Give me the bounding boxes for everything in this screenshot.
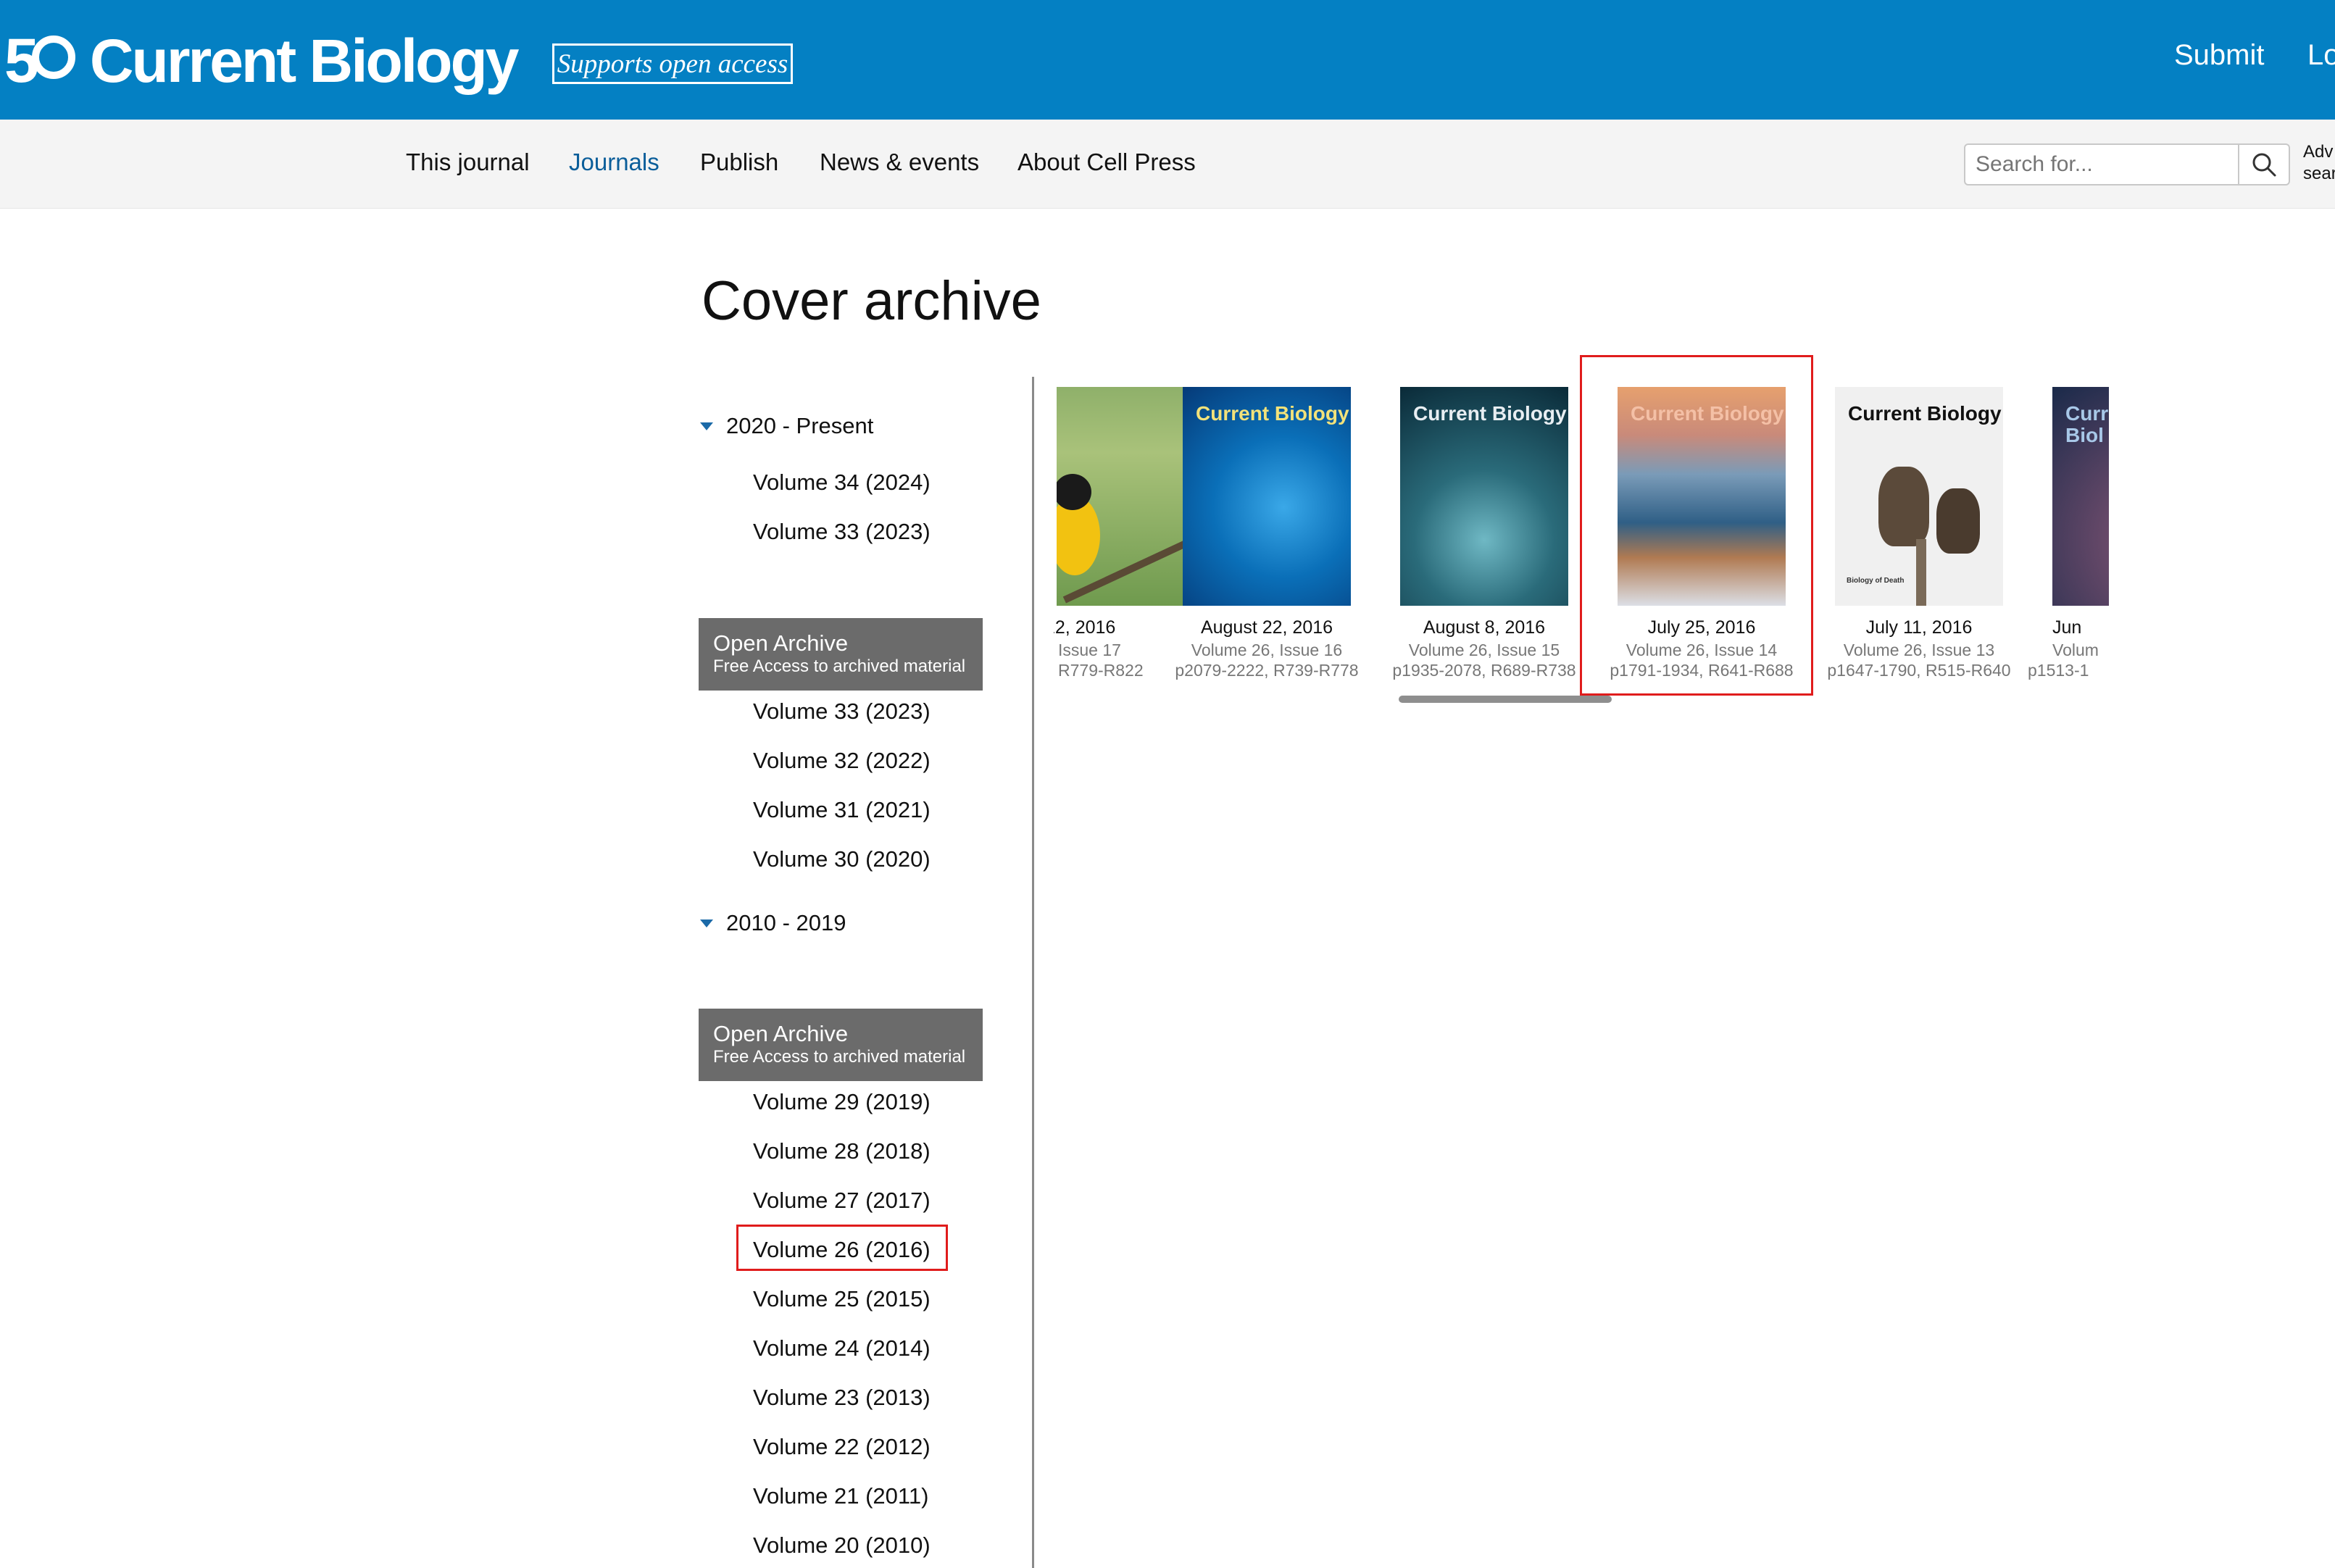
cover-image[interactable]: Curr Biol <box>2052 387 2109 606</box>
cover-date: Jun <box>2052 617 2082 638</box>
open-archive-banner: Open Archive Free Access to archived mat… <box>699 1009 983 1081</box>
cover-image[interactable]: Current Biology <box>1183 387 1351 606</box>
cover-pages: p1647-1790, R515-R640 <box>1827 661 2011 680</box>
cover-pages: p1935-2078, R689-R738 <box>1392 661 1576 680</box>
site-header: 5 Current Biology Supports open access S… <box>0 0 2335 120</box>
cover-pages: p1513-1 <box>2028 661 2089 680</box>
volume-link[interactable]: Volume 32 (2022) <box>753 748 931 774</box>
cover-card[interactable]: Curr Biol Jun Volum p1513-1 <box>2028 377 2109 710</box>
open-archive-title: Open Archive <box>713 630 849 656</box>
volume-link[interactable]: Volume 24 (2014) <box>753 1335 931 1361</box>
cover-volume: Volume 26, Issue 13 <box>1843 641 1995 659</box>
advanced-search-line1: Adv <box>2303 142 2334 162</box>
cover-title: Curr Biol <box>2065 402 2109 446</box>
cover-date: August 22, 2016 <box>1200 617 1333 638</box>
advanced-search-link[interactable]: Adv sear <box>2303 141 2335 185</box>
page-title: Cover archive <box>702 270 1041 332</box>
search-icon <box>2252 153 2276 177</box>
cover-date: July 11, 2016 <box>1865 617 1973 638</box>
carousel-scrollbar[interactable] <box>1399 696 1612 703</box>
group-label: 2020 - Present <box>726 413 874 438</box>
caret-down-icon <box>700 919 713 927</box>
cover-title: Current Biology <box>1848 402 2002 425</box>
group-2010-2019-toggle[interactable]: 2010 - 2019 <box>696 910 846 936</box>
volume-link[interactable]: Volume 33 (2023) <box>753 698 931 725</box>
volume-link[interactable]: Volume 30 (2020) <box>753 846 931 872</box>
main-nav: This journal Journals Publish News & eve… <box>0 120 2335 209</box>
selected-cover-highlight <box>1580 355 1813 696</box>
volume-link[interactable]: Volume 31 (2021) <box>753 797 931 823</box>
login-link[interactable]: Lo <box>2307 39 2335 72</box>
volume-link[interactable]: Volume 20 (2010) <box>753 1532 931 1559</box>
cover-image[interactable]: Current Biology Biology of Death <box>1835 387 2003 606</box>
search-button[interactable] <box>2238 145 2289 184</box>
open-access-badge[interactable]: Supports open access <box>552 43 793 84</box>
cover-card[interactable]: Current Biology August 22, 2016 Volume 2… <box>1158 377 1375 710</box>
cover-volume: Volume 26, Issue 16 <box>1191 641 1343 659</box>
cover-image[interactable]: Current Biology <box>1400 387 1568 606</box>
caret-down-icon <box>700 422 713 430</box>
cover-volume: Volum <box>2052 641 2099 659</box>
selected-volume-highlight <box>736 1225 948 1271</box>
nav-about-cell-press[interactable]: About Cell Press <box>1017 149 1196 176</box>
cover-title: Current Biology <box>1196 402 1349 425</box>
cover-date: August 8, 2016 <box>1423 617 1546 638</box>
volume-link[interactable]: Volume 27 (2017) <box>753 1188 931 1214</box>
search-input[interactable] <box>1965 145 2238 184</box>
volume-link[interactable]: Volume 21 (2011) <box>753 1483 928 1509</box>
advanced-search-line2: sear <box>2303 164 2335 183</box>
nav-news-events[interactable]: News & events <box>820 149 979 176</box>
nav-publish[interactable]: Publish <box>700 149 778 176</box>
logo-text: Current Biology <box>89 27 520 95</box>
journal-logo[interactable]: 5 Current Biology <box>4 25 520 97</box>
open-archive-banner: Open Archive Free Access to archived mat… <box>699 618 983 691</box>
volume-link[interactable]: Volume 28 (2018) <box>753 1138 931 1164</box>
cover-card[interactable]: Current Biology Biology of Death July 11… <box>1810 377 2028 710</box>
cover-volume: Volume 26, Issue 15 <box>1408 641 1560 659</box>
volume-link[interactable]: Volume 33 (2023) <box>753 519 931 545</box>
nav-this-journal[interactable]: This journal <box>406 149 530 176</box>
open-archive-subtitle: Free Access to archived material <box>713 1047 966 1067</box>
cover-pages: p2079-2222, R739-R778 <box>1175 661 1359 680</box>
search-box <box>1964 143 2290 185</box>
sidebar-divider <box>1032 377 1034 1568</box>
volume-link[interactable]: Volume 25 (2015) <box>753 1286 931 1312</box>
volume-link[interactable]: Volume 29 (2019) <box>753 1089 931 1115</box>
cover-title: Current Biology <box>1413 402 1567 425</box>
volume-link[interactable]: Volume 23 (2013) <box>753 1385 931 1411</box>
volume-link[interactable]: Volume 34 (2024) <box>753 470 931 496</box>
open-archive-subtitle: Free Access to archived material <box>713 656 966 676</box>
anniversary-logo-mark: 5 <box>4 30 75 92</box>
cover-caption: Biology of Death <box>1847 577 1905 585</box>
volume-link[interactable]: Volume 22 (2012) <box>753 1434 931 1460</box>
submit-link[interactable]: Submit <box>2174 39 2265 72</box>
group-label: 2010 - 2019 <box>726 910 846 935</box>
open-archive-title: Open Archive <box>713 1021 849 1046</box>
group-2020-present-toggle[interactable]: 2020 - Present <box>696 413 873 439</box>
cover-card[interactable]: Current Biology August 8, 2016 Volume 26… <box>1375 377 1593 710</box>
nav-journals[interactable]: Journals <box>569 149 659 176</box>
